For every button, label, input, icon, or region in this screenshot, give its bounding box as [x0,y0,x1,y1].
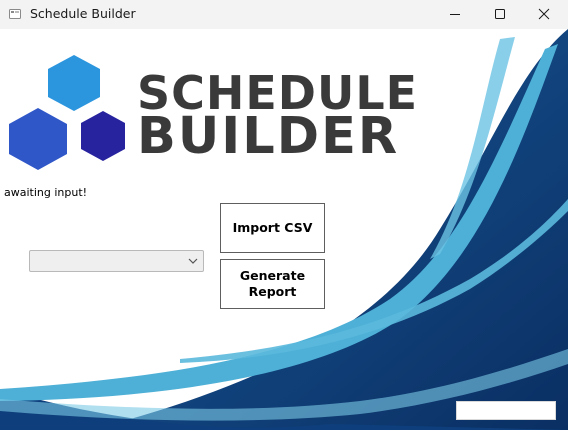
close-icon [538,8,550,20]
blank-field [456,401,556,420]
app-icon [9,9,21,19]
logo-hexagon-right [81,111,125,161]
client-area: SCHEDULE BUILDER awaiting input! Import … [0,29,568,430]
import-csv-button[interactable]: Import CSV [220,203,325,253]
logo-hexagon-top [48,55,100,111]
generate-report-button[interactable]: Generate Report [220,259,325,309]
app-window: Schedule Builder SCHEDULE BUILDER awaiti… [0,0,568,430]
logo-hexagon-left [9,108,67,170]
logo-word-builder: BUILDER [137,107,400,166]
option-dropdown[interactable] [29,250,204,272]
maximize-button[interactable] [478,0,522,29]
window-title: Schedule Builder [30,6,136,21]
chevron-down-icon [188,258,198,264]
minimize-button[interactable] [433,0,477,29]
title-bar[interactable]: Schedule Builder [0,0,568,29]
status-label: awaiting input! [4,186,88,199]
maximize-icon [495,9,505,19]
close-button[interactable] [522,0,566,29]
minimize-icon [450,14,460,15]
